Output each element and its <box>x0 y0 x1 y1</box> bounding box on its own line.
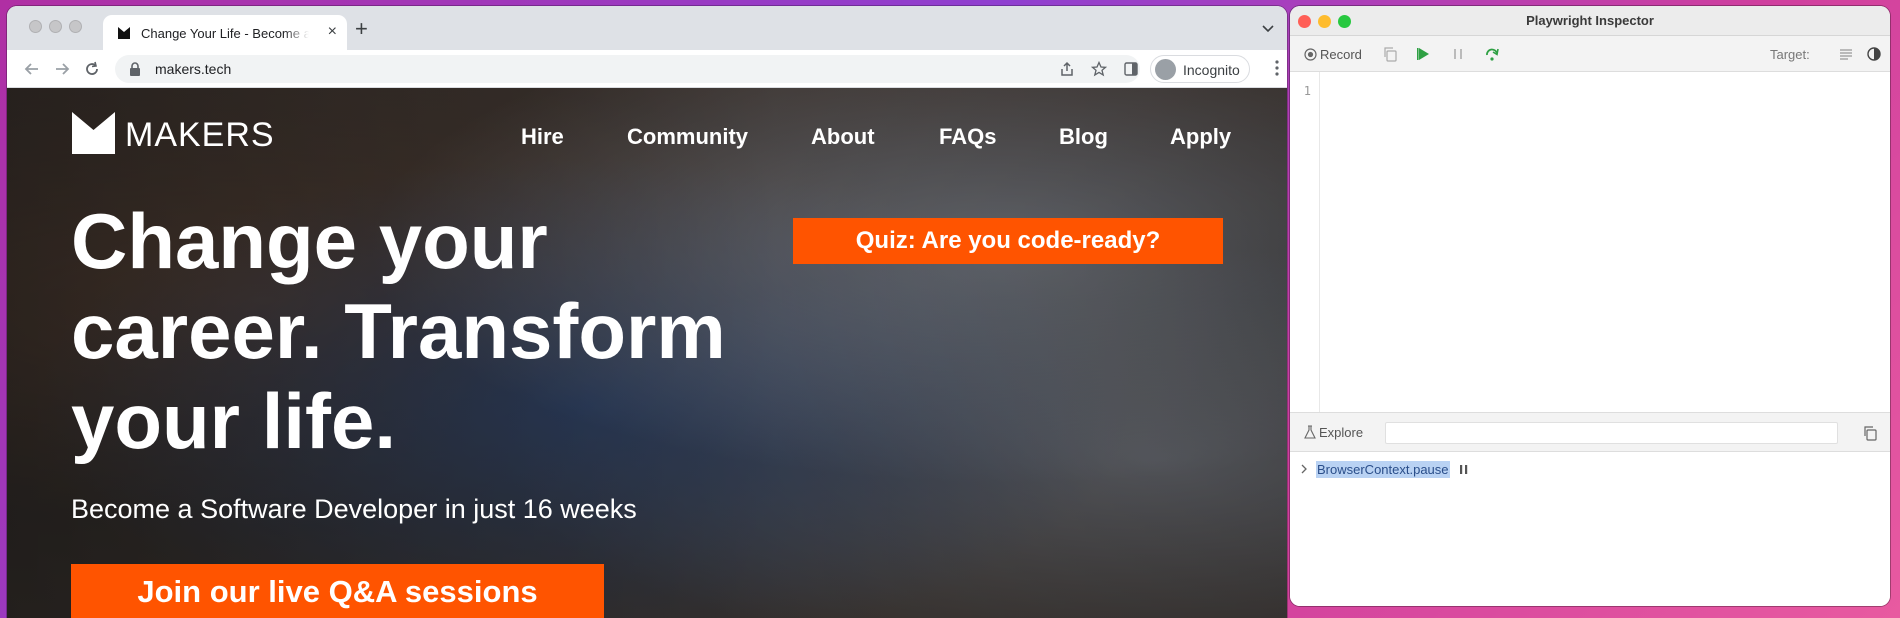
qa-sessions-button[interactable]: Join our live Q&A sessions <box>71 564 604 618</box>
url-text: makers.tech <box>155 61 232 77</box>
nav-link-community[interactable]: Community <box>627 124 748 150</box>
line-number: 1 <box>1303 84 1311 98</box>
code-editor[interactable]: 1 <box>1290 72 1890 412</box>
inspector-toolbar: Record Target: <box>1290 36 1890 72</box>
tab-title: Change Your Life - Become a S <box>141 26 309 41</box>
makers-logo-text[interactable]: MAKERS <box>125 116 275 155</box>
nav-link-hire[interactable]: Hire <box>521 124 564 150</box>
window-close-dot[interactable] <box>29 20 42 33</box>
step-over-icon[interactable] <box>1484 46 1500 62</box>
reload-icon[interactable] <box>83 60 101 78</box>
browser-toolbar: makers.tech Incognito <box>7 50 1287 88</box>
hero-line: Change your <box>71 197 548 285</box>
copy-selector-icon[interactable] <box>1862 425 1878 441</box>
hero-line: career. Transform <box>71 287 726 375</box>
explore-flask-icon[interactable] <box>1304 425 1316 439</box>
address-bar[interactable]: makers.tech <box>115 55 1140 83</box>
explore-bar: Explore <box>1290 412 1890 452</box>
log-entry[interactable]: BrowserContext.pause <box>1316 461 1450 478</box>
tab-strip: Change Your Life - Become a S × + <box>7 6 1287 50</box>
incognito-icon <box>1155 59 1176 80</box>
resume-play-icon[interactable] <box>1416 46 1432 62</box>
back-arrow-icon[interactable] <box>23 60 41 78</box>
quiz-button[interactable]: Quiz: Are you code-ready? <box>793 218 1223 264</box>
nav-link-about[interactable]: About <box>811 124 875 150</box>
nav-link-apply[interactable]: Apply <box>1170 124 1231 150</box>
more-menu-icon[interactable] <box>1275 59 1279 77</box>
makers-logo-icon[interactable] <box>72 112 115 154</box>
pause-icon[interactable] <box>1450 46 1466 62</box>
chevron-down-icon[interactable] <box>1261 22 1275 36</box>
record-icon[interactable] <box>1304 48 1317 61</box>
theme-toggle-icon[interactable] <box>1866 46 1882 62</box>
makers-favicon-icon <box>118 27 130 39</box>
new-tab-button[interactable]: + <box>355 18 368 40</box>
bookmark-star-icon[interactable] <box>1091 61 1107 77</box>
lock-icon <box>130 62 140 76</box>
incognito-profile-button[interactable]: Incognito <box>1150 55 1250 83</box>
share-icon[interactable] <box>1059 61 1075 77</box>
record-button[interactable]: Record <box>1320 47 1362 62</box>
line-gutter: 1 <box>1290 72 1320 412</box>
side-panel-icon[interactable] <box>1123 61 1139 77</box>
inspector-titlebar: Playwright Inspector <box>1290 6 1890 36</box>
tab-close-icon[interactable]: × <box>328 23 337 41</box>
browser-window: Change Your Life - Become a S × + makers… <box>7 6 1287 618</box>
web-page: MAKERS Hire Community About FAQs Blog Ap… <box>7 88 1287 618</box>
chevron-right-icon[interactable] <box>1300 464 1308 474</box>
selector-input[interactable] <box>1385 422 1838 444</box>
nav-link-faqs[interactable]: FAQs <box>939 124 996 150</box>
hero-line: your life. <box>71 377 397 465</box>
playwright-inspector-window: Playwright Inspector Record Target: 1 Ex… <box>1290 6 1890 606</box>
inspector-title: Playwright Inspector <box>1526 13 1654 28</box>
paused-status-icon <box>1460 465 1468 474</box>
target-language-icon[interactable] <box>1838 46 1854 62</box>
tab-makers[interactable]: Change Your Life - Become a S × <box>103 15 347 50</box>
nav-link-blog[interactable]: Blog <box>1059 124 1108 150</box>
call-log: BrowserContext.pause <box>1290 452 1890 606</box>
hero-heading: Change your career. Transform your life. <box>71 196 791 466</box>
incognito-label: Incognito <box>1183 62 1240 78</box>
forward-arrow-icon[interactable] <box>53 60 71 78</box>
target-label: Target: <box>1770 47 1810 62</box>
window-zoom-dot[interactable] <box>69 20 82 33</box>
explore-button[interactable]: Explore <box>1319 425 1363 440</box>
window-minimize-dot[interactable] <box>49 20 62 33</box>
hero-subtitle: Become a Software Developer in just 16 w… <box>71 494 637 524</box>
copy-icon[interactable] <box>1382 46 1398 62</box>
